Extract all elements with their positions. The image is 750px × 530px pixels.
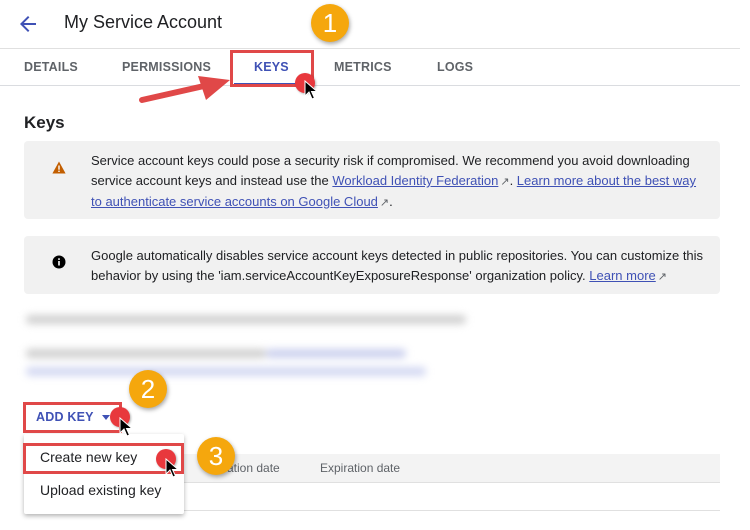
- back-button[interactable]: [16, 12, 40, 36]
- mouse-cursor-icon: [165, 458, 179, 478]
- step-badge-2: 2: [129, 370, 167, 408]
- add-key-menu: Create new key Upload existing key: [24, 434, 184, 514]
- redacted-content: [20, 305, 480, 385]
- caret-down-icon: [101, 415, 110, 421]
- security-warning-notice: Service account keys could pose a securi…: [24, 141, 720, 219]
- tab-metrics[interactable]: METRICS: [334, 49, 392, 86]
- step-badge-3: 3: [197, 437, 235, 475]
- annotation-arrow-icon: [139, 76, 230, 103]
- add-key-button[interactable]: ADD KEY: [28, 404, 118, 430]
- column-creation-date: ation date: [227, 461, 280, 475]
- step-badge-1: 1: [311, 4, 349, 42]
- mouse-cursor-icon: [119, 417, 133, 437]
- learn-more-link[interactable]: Learn more: [589, 268, 655, 283]
- mouse-cursor-icon: [304, 80, 318, 100]
- external-link-icon: ↗: [657, 271, 667, 283]
- info-icon: [52, 255, 66, 275]
- add-key-label: ADD KEY: [36, 410, 94, 424]
- tab-bar: DETAILS PERMISSIONS KEYS METRICS LOGS: [0, 48, 740, 86]
- workload-identity-federation-link[interactable]: Workload Identity Federation: [332, 173, 498, 188]
- warning-icon: [52, 160, 66, 180]
- external-link-icon: ↗: [379, 197, 390, 209]
- menu-item-upload-existing-key[interactable]: Upload existing key: [24, 475, 184, 505]
- section-title: Keys: [24, 113, 65, 132]
- tab-logs[interactable]: LOGS: [437, 49, 473, 86]
- warning-text-3: .: [389, 194, 393, 209]
- tab-details[interactable]: DETAILS: [24, 49, 78, 86]
- page-title: My Service Account: [64, 12, 223, 32]
- arrow-left-icon: [20, 16, 36, 32]
- external-link-icon: ↗: [500, 176, 510, 188]
- app-header: My Service Account: [0, 0, 750, 48]
- tab-keys[interactable]: KEYS: [234, 49, 309, 86]
- column-expiration-date: Expiration date: [320, 461, 401, 475]
- exposure-info-notice: Google automatically disables service ac…: [24, 236, 720, 294]
- warning-text-2: .: [509, 173, 517, 188]
